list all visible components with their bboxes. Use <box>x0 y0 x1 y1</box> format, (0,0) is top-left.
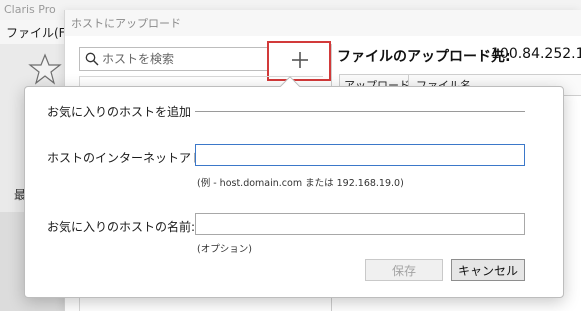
star-icon[interactable] <box>28 52 62 86</box>
add-favorite-host-button[interactable] <box>267 41 331 81</box>
search-icon <box>85 52 99 66</box>
plus-icon <box>292 52 308 68</box>
group-divider <box>175 111 525 112</box>
add-favorite-host-dialog: お気に入りのホストを追加 ホストのインターネットアドレス (例 - host.d… <box>24 76 564 298</box>
upload-window-title: ホストにアップロード <box>71 17 181 30</box>
menu-file[interactable]: ファイル(F) <box>6 24 70 41</box>
app-title: Claris Pro <box>4 3 56 16</box>
upload-destination-label: ファイルのアップロード先: <box>337 49 511 65</box>
save-button[interactable]: 保存 <box>365 259 443 281</box>
search-input[interactable] <box>102 50 266 68</box>
host-address-hint: (例 - host.domain.com または 192.168.19.0) <box>197 178 404 189</box>
host-name-hint: (オプション) <box>197 244 252 255</box>
host-address-field[interactable] <box>195 144 525 166</box>
upload-destination-value: 100.84.252.1 <box>491 46 581 62</box>
cancel-button[interactable]: キャンセル <box>451 259 525 281</box>
host-name-field[interactable] <box>195 213 525 235</box>
host-name-label: お気に入りのホストの名前: <box>47 220 196 234</box>
group-title: お気に入りのホストを追加 <box>47 103 196 120</box>
upload-window-titlebar: ホストにアップロード <box>65 10 581 36</box>
search-box[interactable] <box>79 47 269 71</box>
